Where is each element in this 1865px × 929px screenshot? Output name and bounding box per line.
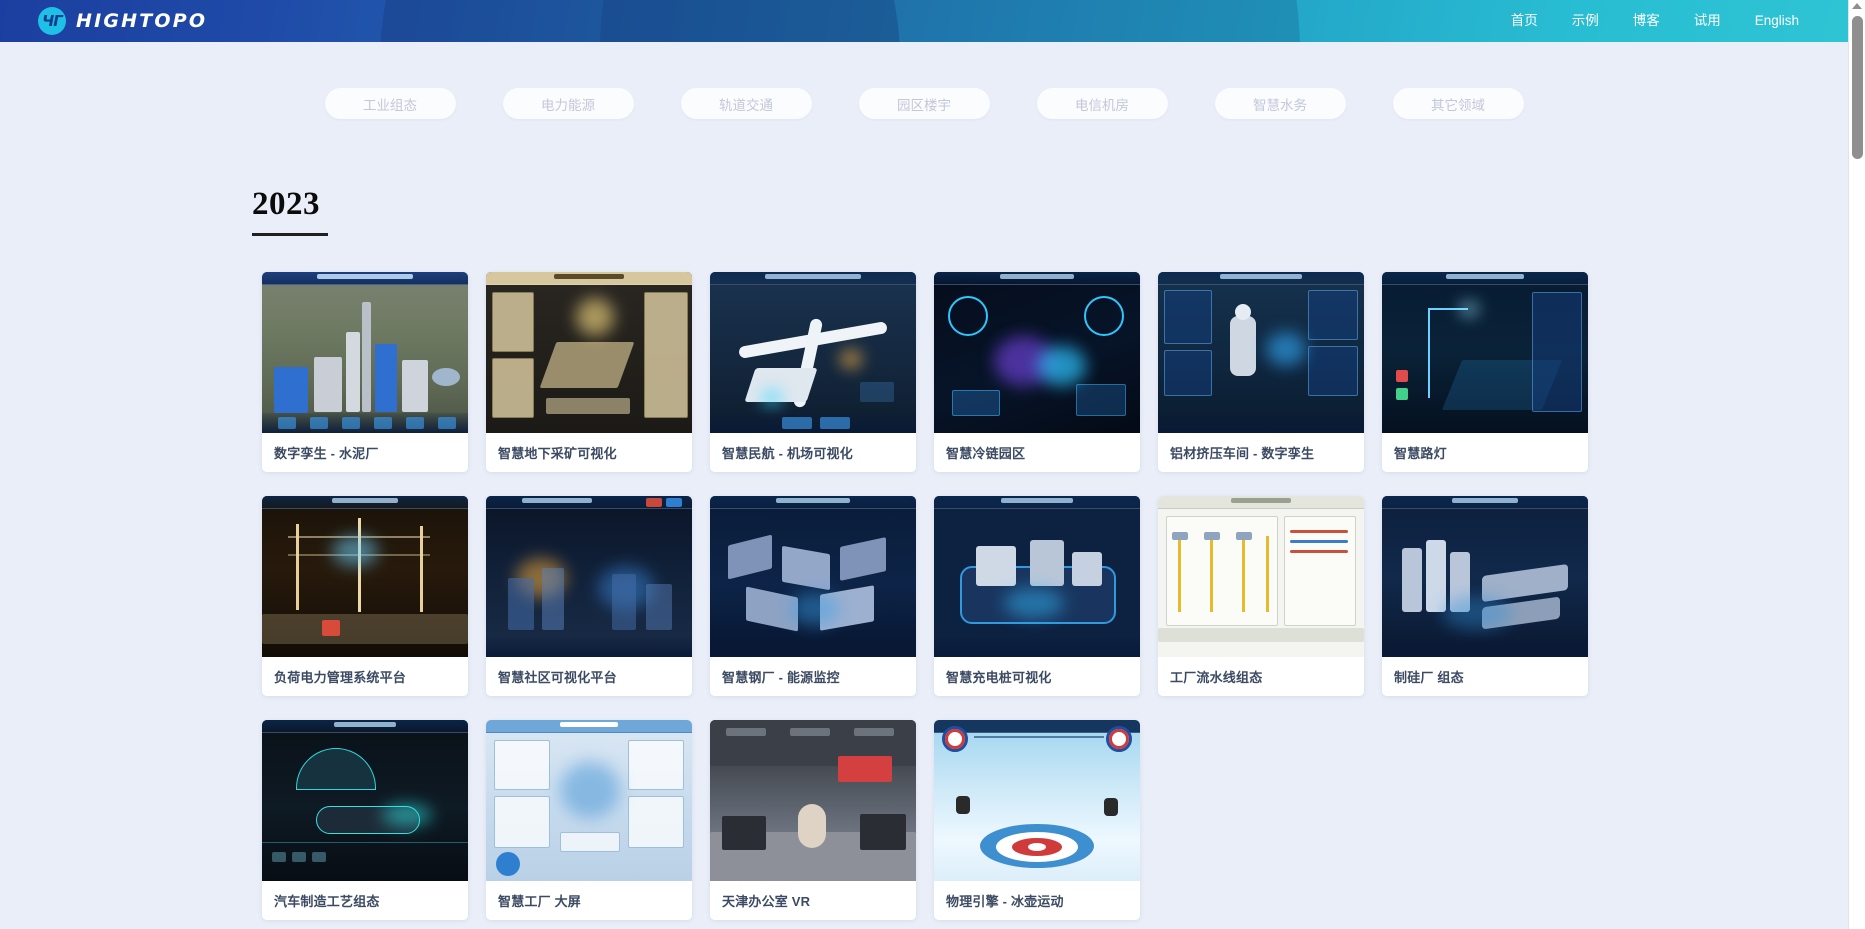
demo-card-title: 物理引擎 - 冰壶运动	[934, 881, 1140, 920]
demo-thumbnail-silicon-plant	[1382, 496, 1588, 657]
top-header: ЧΓ HIGHTOPO 首页 示例 博客 试用 English	[0, 0, 1848, 42]
demo-card[interactable]: 智慧社区可视化平台	[486, 496, 692, 696]
demo-thumbnail-smart-community	[486, 496, 692, 657]
filter-chip-smart-water[interactable]: 智慧水务	[1214, 88, 1346, 119]
demo-card-title: 铝材挤压车间 - 数字孪生	[1158, 433, 1364, 472]
demo-card-title: 智慧充电桩可视化	[934, 657, 1140, 696]
demo-card[interactable]: 智慧地下采矿可视化	[486, 272, 692, 472]
demo-thumbnail-charging-pile	[934, 496, 1140, 657]
demo-thumbnail-airport	[710, 272, 916, 433]
category-filter-bar: 工业组态 电力能源 轨道交通 园区楼宇 电信机房 智慧水务 其它领域	[0, 88, 1848, 119]
demo-card-title: 数字孪生 - 水泥厂	[262, 433, 468, 472]
nav-item-home[interactable]: 首页	[1494, 0, 1555, 42]
demo-card-title: 智慧路灯	[1382, 433, 1588, 472]
demo-card[interactable]: 负荷电力管理系统平台	[262, 496, 468, 696]
demo-thumbnail-smart-streetlight	[1382, 272, 1588, 433]
demo-card[interactable]: 制硅厂 组态	[1382, 496, 1588, 696]
demo-card-title: 智慧地下采矿可视化	[486, 433, 692, 472]
page-scrollbar[interactable]	[1848, 0, 1865, 929]
brand-logo-group[interactable]: ЧΓ HIGHTOPO	[38, 0, 207, 42]
demo-card-title: 智慧社区可视化平台	[486, 657, 692, 696]
demo-card-title: 智慧钢厂 - 能源监控	[710, 657, 916, 696]
demo-thumbnail-curling-physics	[934, 720, 1140, 881]
demo-card-title: 汽车制造工艺组态	[262, 881, 468, 920]
demo-card[interactable]: 智慧民航 - 机场可视化	[710, 272, 916, 472]
demo-card[interactable]: 物理引擎 - 冰壶运动	[934, 720, 1140, 920]
demo-card-title: 制硅厂 组态	[1382, 657, 1588, 696]
demo-card[interactable]: 智慧冷链园区	[934, 272, 1140, 472]
demo-card[interactable]: 智慧路灯	[1382, 272, 1588, 472]
nav-item-demos[interactable]: 示例	[1555, 0, 1616, 42]
demo-card[interactable]: 铝材挤压车间 - 数字孪生	[1158, 272, 1364, 472]
demo-thumbnail-underground-mining	[486, 272, 692, 433]
main-navigation: 首页 示例 博客 试用 English	[1494, 0, 1816, 42]
demo-card-title: 智慧工厂 大屏	[486, 881, 692, 920]
demo-card-grid: 数字孪生 - 水泥厂 智慧地下采矿可视化 智慧民航 - 机场可视化 智慧冷链园区…	[262, 272, 1602, 920]
filter-chip-park-building[interactable]: 园区楼宇	[858, 88, 990, 119]
demo-card[interactable]: 工厂流水线组态	[1158, 496, 1364, 696]
nav-item-english[interactable]: English	[1738, 0, 1816, 42]
demo-card[interactable]: 智慧工厂 大屏	[486, 720, 692, 920]
triangle-up-icon[interactable]	[1852, 3, 1862, 9]
demo-thumbnail-office-vr	[710, 720, 916, 881]
demo-thumbnail-power-load	[262, 496, 468, 657]
year-section-heading: 2023	[252, 188, 328, 236]
demo-thumbnail-cement-plant	[262, 272, 468, 433]
demo-thumbnail-factory-dashboard	[486, 720, 692, 881]
filter-chip-power-energy[interactable]: 电力能源	[502, 88, 634, 119]
nav-item-blog[interactable]: 博客	[1616, 0, 1677, 42]
demo-card-title: 负荷电力管理系统平台	[262, 657, 468, 696]
demo-card-title: 智慧冷链园区	[934, 433, 1140, 472]
demo-thumbnail-steel-plant	[710, 496, 916, 657]
demo-thumbnail-assembly-line	[1158, 496, 1364, 657]
demo-card[interactable]: 数字孪生 - 水泥厂	[262, 272, 468, 472]
demo-card[interactable]: 智慧充电桩可视化	[934, 496, 1140, 696]
filter-chip-telecom-room[interactable]: 电信机房	[1036, 88, 1168, 119]
page-title: 2023	[252, 186, 320, 222]
filter-chip-other[interactable]: 其它领域	[1392, 88, 1524, 119]
scrollbar-thumb[interactable]	[1852, 16, 1863, 159]
heading-underline	[252, 233, 328, 236]
demo-card[interactable]: 天津办公室 VR	[710, 720, 916, 920]
nav-item-trial[interactable]: 试用	[1677, 0, 1738, 42]
demo-card-title: 智慧民航 - 机场可视化	[710, 433, 916, 472]
demo-thumbnail-aluminium-workshop	[1158, 272, 1364, 433]
demo-card-title: 工厂流水线组态	[1158, 657, 1364, 696]
filter-chip-rail-transit[interactable]: 轨道交通	[680, 88, 812, 119]
demo-card[interactable]: 汽车制造工艺组态	[262, 720, 468, 920]
demo-thumbnail-cold-chain	[934, 272, 1140, 433]
demo-card-title: 天津办公室 VR	[710, 881, 916, 920]
brand-name: HIGHTOPO	[76, 10, 208, 32]
header-decorative-swoosh	[380, 0, 900, 42]
demo-card[interactable]: 智慧钢厂 - 能源监控	[710, 496, 916, 696]
ht-logo-icon: ЧΓ	[38, 7, 66, 35]
header-decorative-swoosh-2	[600, 0, 1300, 42]
demo-thumbnail-auto-manufacturing	[262, 720, 468, 881]
filter-chip-industrial[interactable]: 工业组态	[324, 88, 456, 119]
